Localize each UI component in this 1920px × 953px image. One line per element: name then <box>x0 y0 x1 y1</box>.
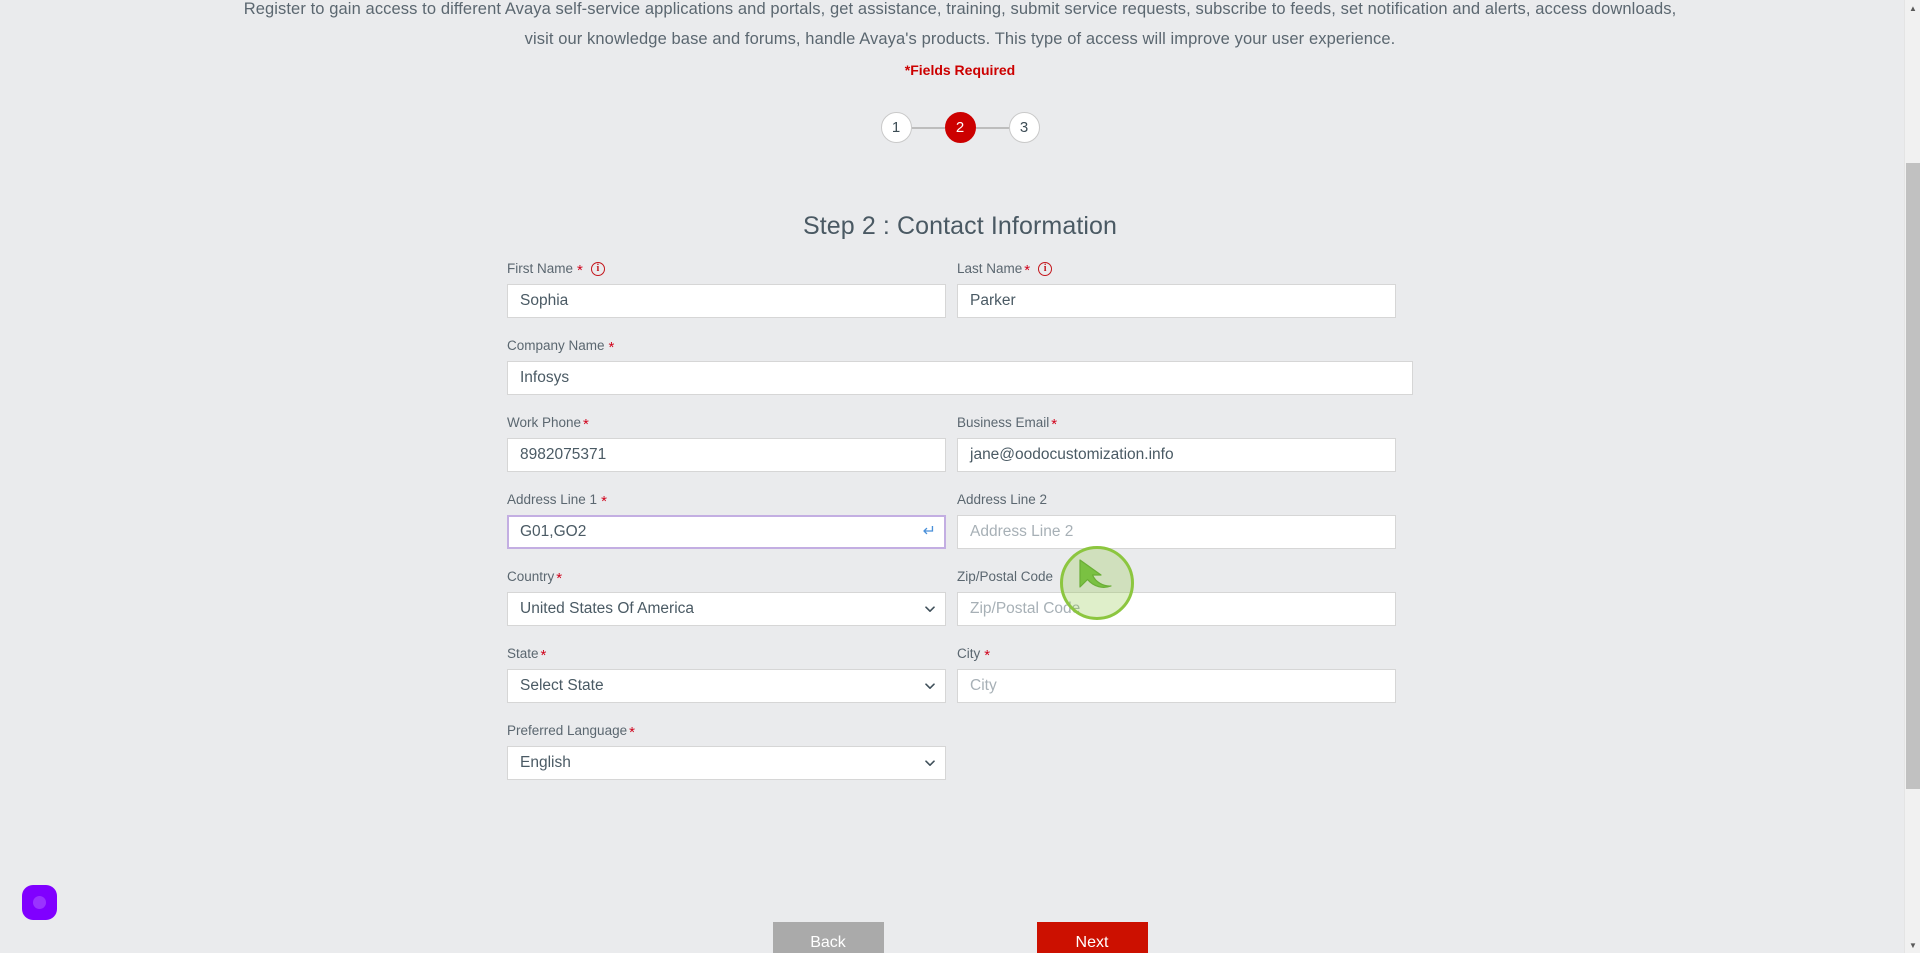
label-address-line-2-text: Address Line 2 <box>957 492 1048 507</box>
field-first-name: First Name * i Sophia <box>507 260 946 318</box>
preferred-language-select[interactable]: English <box>507 746 946 780</box>
progress-stepper: 1 2 3 <box>0 112 1920 143</box>
form-row-language: Preferred Language * English <box>507 722 1413 780</box>
work-phone-input[interactable]: 8982075371 <box>507 438 946 472</box>
required-asterisk: * <box>540 647 547 664</box>
label-zip-postal-code-text: Zip/Postal Code <box>957 569 1054 584</box>
form-row-address: Address Line 1 * G01,GO2 ↵ Address Line … <box>507 491 1413 549</box>
chat-icon <box>33 896 46 909</box>
scroll-down-icon[interactable]: ▼ <box>1905 937 1920 953</box>
city-input[interactable]: City <box>957 669 1396 703</box>
field-country: Country * United States Of America <box>507 568 946 626</box>
label-state-text: State <box>507 646 539 661</box>
label-company-name-text: Company Name <box>507 338 605 353</box>
label-state: State * <box>507 645 946 664</box>
info-icon[interactable]: i <box>1038 261 1053 276</box>
company-name-input[interactable]: Infosys <box>507 361 1413 395</box>
field-last-name: Last Name * i Parker <box>957 260 1396 318</box>
chat-launcher-button[interactable] <box>22 885 57 920</box>
required-asterisk: * <box>577 262 583 279</box>
preferred-language-selected-value: English <box>520 754 571 771</box>
required-asterisk: * <box>1051 416 1058 433</box>
field-zip-postal-code: Zip/Postal Code Zip/Postal Code <box>957 568 1396 626</box>
next-button[interactable]: Next <box>1036 922 1148 953</box>
label-zip-postal-code: Zip/Postal Code <box>957 568 1396 585</box>
business-email-input[interactable]: jane@oodocustomization.info <box>957 438 1396 472</box>
required-asterisk: * <box>601 493 607 510</box>
required-asterisk: * <box>1024 262 1031 279</box>
form-row-state-city: State * Select State City * City <box>507 645 1413 703</box>
field-address-line-2: Address Line 2 Address Line 2 <box>957 491 1396 549</box>
contact-information-form: First Name * i Sophia Last Name * i Park… <box>507 260 1413 799</box>
required-asterisk: * <box>984 647 991 664</box>
country-selected-value: United States Of America <box>520 600 695 617</box>
form-row-company: Company Name * Infosys <box>507 337 1413 395</box>
label-first-name: First Name * i <box>507 260 946 279</box>
field-company-name: Company Name * Infosys <box>507 337 1413 395</box>
label-address-line-1-text: Address Line 1 <box>507 492 598 507</box>
state-select[interactable]: Select State <box>507 669 946 703</box>
chevron-down-icon <box>925 760 935 769</box>
step-indicator-3[interactable]: 3 <box>1008 112 1040 143</box>
address-line-1-input[interactable]: G01,GO2 ↵ <box>507 515 946 549</box>
label-preferred-language: Preferred Language * <box>507 722 946 741</box>
required-asterisk: * <box>608 339 615 356</box>
step-indicator-1[interactable]: 1 <box>880 112 912 143</box>
required-asterisk: * <box>583 416 589 433</box>
enter-return-icon[interactable]: ↵ <box>923 524 936 540</box>
label-first-name-text: First Name <box>507 261 574 276</box>
label-work-phone: Work Phone * <box>507 414 946 433</box>
address-line-1-value: G01,GO2 <box>520 523 587 540</box>
label-address-line-2: Address Line 2 <box>957 491 1396 508</box>
form-actions: Back Next <box>507 922 1413 953</box>
form-row-country-zip: Country * United States Of America Zip/P… <box>507 568 1413 626</box>
country-select[interactable]: United States Of America <box>507 592 946 626</box>
step-connector-1 <box>911 126 945 129</box>
label-preferred-language-text: Preferred Language <box>507 723 628 738</box>
scroll-up-icon[interactable]: ▲ <box>1905 0 1920 16</box>
label-country: Country * <box>507 568 946 587</box>
label-last-name: Last Name * i <box>957 260 1396 279</box>
field-work-phone: Work Phone * 8982075371 <box>507 414 946 472</box>
field-state: State * Select State <box>507 645 946 703</box>
label-last-name-text: Last Name <box>957 261 1023 276</box>
label-city-text: City <box>957 646 981 661</box>
field-spacer <box>957 722 1396 780</box>
state-selected-value: Select State <box>520 677 604 694</box>
label-address-line-1: Address Line 1 * <box>507 491 946 510</box>
form-row-name: First Name * i Sophia Last Name * i Park… <box>507 260 1413 318</box>
label-city: City * <box>957 645 1396 664</box>
field-address-line-1: Address Line 1 * G01,GO2 ↵ <box>507 491 946 549</box>
registration-page: Register to gain access to different Ava… <box>0 0 1920 953</box>
step-indicator-2[interactable]: 2 <box>944 112 976 143</box>
label-company-name: Company Name * <box>507 337 1413 356</box>
required-asterisk: * <box>556 570 563 587</box>
fields-required-note: *Fields Required <box>904 62 1016 78</box>
field-city: City * City <box>957 645 1396 703</box>
step-connector-2 <box>975 126 1009 129</box>
first-name-input[interactable]: Sophia <box>507 284 946 318</box>
intro-paragraph: Register to gain access to different Ava… <box>243 0 1677 48</box>
label-country-text: Country <box>507 569 555 584</box>
info-icon[interactable]: i <box>590 261 605 276</box>
scrollbar-thumb[interactable] <box>1906 163 1920 789</box>
chevron-down-icon <box>925 683 935 692</box>
page-title: Step 2 : Contact Information <box>802 212 1118 240</box>
field-business-email: Business Email * jane@oodocustomization.… <box>957 414 1396 472</box>
field-preferred-language: Preferred Language * English <box>507 722 946 780</box>
required-asterisk: * <box>629 724 635 741</box>
label-business-email-text: Business Email <box>957 415 1050 430</box>
back-button[interactable]: Back <box>772 922 884 953</box>
page-scrollbar[interactable]: ▲ ▼ <box>1904 0 1920 953</box>
chevron-down-icon <box>925 606 935 615</box>
address-line-2-input[interactable]: Address Line 2 <box>957 515 1396 549</box>
label-business-email: Business Email * <box>957 414 1396 433</box>
zip-postal-code-input[interactable]: Zip/Postal Code <box>957 592 1396 626</box>
last-name-input[interactable]: Parker <box>957 284 1396 318</box>
form-row-contact: Work Phone * 8982075371 Business Email *… <box>507 414 1413 472</box>
label-work-phone-text: Work Phone <box>507 415 582 430</box>
